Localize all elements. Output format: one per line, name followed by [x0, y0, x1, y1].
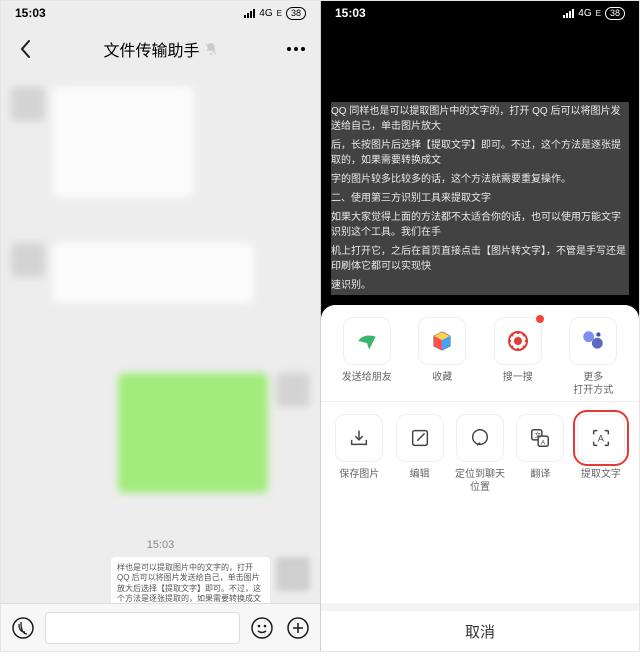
ocr-line: 字的图片较多比较多的话，这个方法就需要重复操作。	[331, 170, 629, 189]
cell-label: 编辑	[410, 468, 430, 494]
signal-icon	[244, 9, 255, 18]
cell-label: 更多 打开方式	[573, 371, 613, 397]
ocr-line: QQ 同样也是可以提取图片中的文字的，打开 QQ 后可以将图片发送给自己，单击图…	[331, 102, 629, 136]
signal-icon	[563, 9, 574, 18]
notification-dot	[536, 315, 544, 323]
cell-send-to-friend[interactable]: 发送给朋友	[329, 317, 405, 397]
svg-text:文: 文	[535, 430, 542, 439]
cell-translate[interactable]: 文A 翻译	[510, 414, 570, 494]
sheet-row-1: 发送给朋友 收藏 搜一搜	[321, 305, 639, 401]
cell-save-image[interactable]: 保存图片	[329, 414, 389, 494]
chat-title-text: 文件传输助手	[103, 37, 199, 61]
emoji-icon[interactable]	[248, 614, 276, 642]
mute-icon	[204, 42, 218, 56]
ocr-line: 如果大家觉得上面的方法都不太适合你的话，也可以使用万能文字识别这个工具。我们在手	[331, 208, 629, 242]
cell-search[interactable]: 搜一搜	[480, 317, 556, 397]
download-icon	[335, 414, 383, 462]
status-signal-sub: E	[596, 9, 601, 18]
edit-icon	[396, 414, 444, 462]
translate-icon: 文A	[516, 414, 564, 462]
voice-icon[interactable]	[9, 614, 37, 642]
cancel-button[interactable]: 取消	[321, 603, 639, 651]
cube-icon	[418, 317, 466, 365]
plus-icon[interactable]	[284, 614, 312, 642]
chat-input-bar	[1, 603, 320, 651]
extract-text-icon: A	[577, 414, 625, 462]
cell-extract-text[interactable]: A 提取文字	[571, 414, 631, 494]
ocr-line: 后，长按图片后选择【提取文字】即可。不过，这个方法是逐张提取的，如果需要转换成文	[331, 136, 629, 170]
status-right: 4G E 38	[244, 7, 306, 20]
star-icon	[494, 317, 542, 365]
cell-label: 保存图片	[339, 468, 379, 494]
battery-icon: 38	[286, 7, 306, 20]
status-bar-left: 15:03 4G E 38	[1, 1, 320, 25]
cell-favorite[interactable]: 收藏	[405, 317, 481, 397]
status-signal-sub: E	[277, 9, 282, 18]
status-time: 15:03	[15, 6, 46, 20]
links-icon	[569, 317, 617, 365]
ocr-line: 二、使用第三方识别工具来提取文字	[331, 189, 629, 208]
svg-text:A: A	[598, 434, 605, 444]
cell-edit[interactable]: 编辑	[389, 414, 449, 494]
chat-title: 文件传输助手	[103, 37, 217, 61]
image-viewer[interactable]: QQ 同样也是可以提取图片中的文字的，打开 QQ 后可以将图片发送给自己，单击图…	[321, 25, 639, 305]
back-icon[interactable]	[15, 39, 35, 59]
chat-blurred-content	[1, 73, 320, 603]
chat-timestamp: 15:03	[1, 539, 320, 551]
battery-icon: 38	[605, 7, 625, 20]
cell-label: 收藏	[432, 371, 452, 397]
cell-more-open[interactable]: 更多 打开方式	[556, 317, 632, 397]
more-icon[interactable]	[286, 39, 306, 59]
chat-body[interactable]: 15:03 样也是可以提取图片中的文字的，打开 QQ 后可以将图片发送给自己，单…	[1, 73, 320, 603]
cell-label: 发送给朋友	[342, 371, 392, 397]
sheet-row-2: 保存图片 编辑 定位到聊天 位置 文A	[321, 401, 639, 498]
share-icon	[343, 317, 391, 365]
ocr-line: 机上打开它，之后在首页直接点击【图片转文字】，不管是手写还是印刷体它都可以实现快	[331, 242, 629, 276]
ocr-line: 速识别。	[331, 276, 629, 295]
viewer-pane: 15:03 4G E 38 QQ 同样也是可以提取图片中的文字的，打开 QQ 后…	[320, 1, 639, 651]
chat-icon	[456, 414, 504, 462]
action-sheet: 发送给朋友 收藏 搜一搜	[321, 305, 639, 651]
status-network: 4G	[259, 8, 272, 19]
message-input[interactable]	[45, 612, 240, 644]
cell-locate-chat[interactable]: 定位到聊天 位置	[450, 414, 510, 494]
status-bar-right: 15:03 4G E 38	[321, 1, 639, 25]
cell-label: 定位到聊天 位置	[455, 468, 505, 494]
status-network: 4G	[578, 8, 591, 19]
ocr-text-block: QQ 同样也是可以提取图片中的文字的，打开 QQ 后可以将图片发送给自己，单击图…	[321, 96, 639, 305]
chat-header: 文件传输助手	[1, 25, 320, 73]
cell-label: 翻译	[530, 468, 550, 494]
chat-pane: 15:03 4G E 38 文件传输助手	[1, 1, 320, 651]
status-right: 4G E 38	[563, 7, 625, 20]
chat-note-bubble[interactable]: 样也是可以提取图片中的文字的，打开 QQ 后可以将图片发送给自己，单击图片放大后…	[111, 557, 270, 603]
svg-text:A: A	[541, 439, 546, 446]
cell-label: 提取文字	[581, 468, 621, 494]
cell-label: 搜一搜	[503, 371, 533, 397]
status-time: 15:03	[335, 6, 366, 20]
